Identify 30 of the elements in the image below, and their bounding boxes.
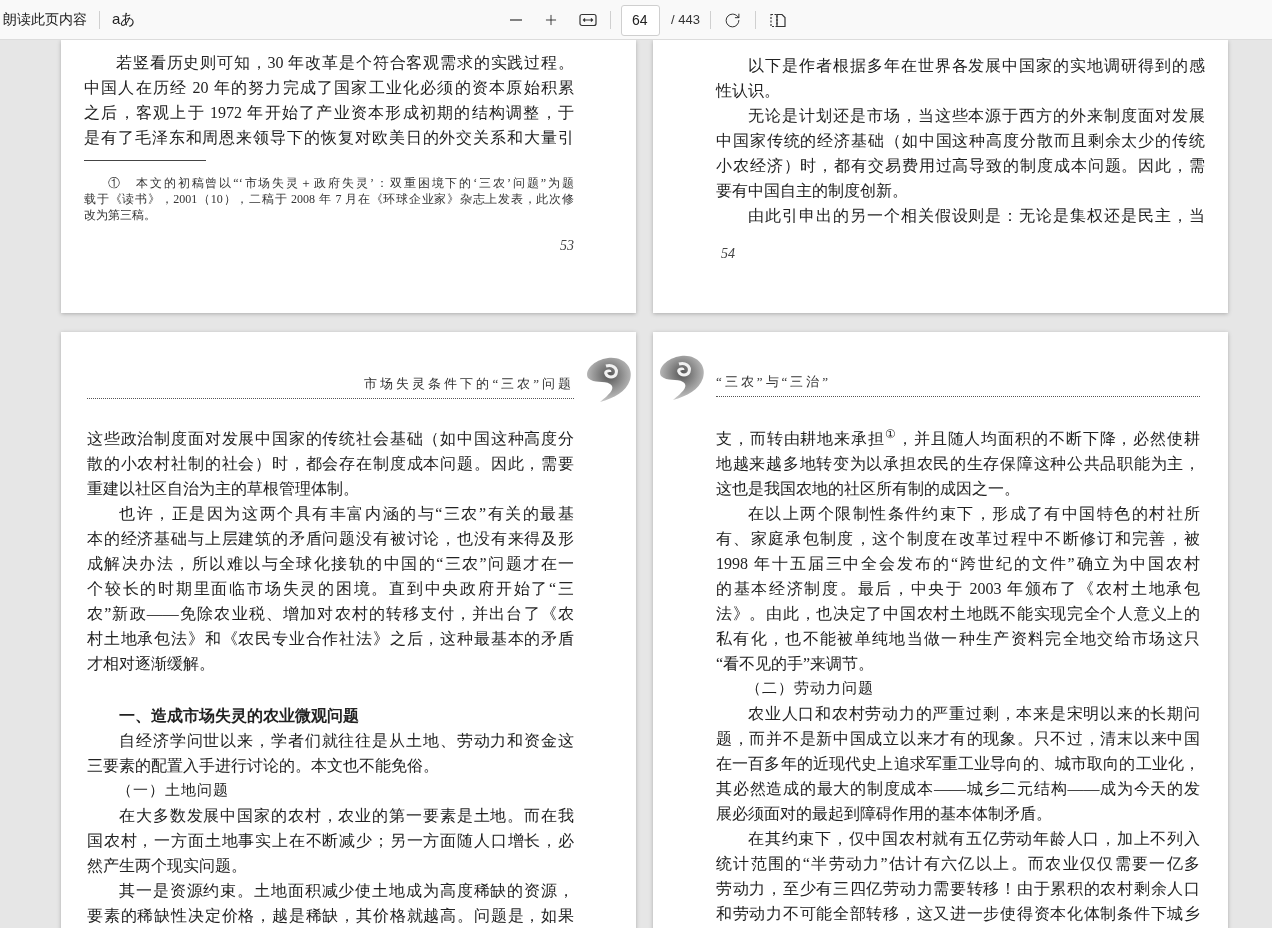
section-heading: 一、造成市场失灵的农业微观问题: [118, 706, 360, 726]
page-number-field[interactable]: 64: [621, 4, 660, 36]
rotate-icon: [724, 11, 742, 29]
paragraph: 支，而转由耕地来承担$^{①}$，并且随人均面积的不断下降，必然使耕 地越来越多地转变为以承担农民的生存保障这种公共品职能为主， 这也是我国农地的社区所有制的成因之一。: [716, 426, 1200, 499]
paragraph: 在以上两个限制性条件约束下，形成了有中国特色的村社所 有、家庭承包制度，这个制度在改革过程中不断修订和完善，被 1998 年十五届三中全会发布的“跨世纪的文件”确立为中国农村 的基本经济制度。最后，中央于 2003 年颁布了《农村土地承包 法》。由此，也决定了中国农村土地既不能实现完全个人意义上的 私有化，也不能被单纯地当做一种生产资料完全地交给市场这只 “看不见的手”来调节。: [716, 504, 1200, 674]
page-number: 53: [560, 238, 574, 253]
paragraph: 以下是作者根据多年在世界各发展中国家的实地调研得到的感 性认识。: [716, 56, 1205, 101]
paragraph: 这些政治制度面对发展中国家的传统社会基础（如中国这种高度分 散的小农村社制的社会）时，都会存在制度成本问题。因此，需要 重建以社区自治为主的草根管理体制。: [87, 429, 574, 499]
running-header: “三农”与“三治”: [716, 374, 832, 389]
footnote: ① 本文的初稿曾以“‘市场失灵＋政府失灵’：双重困境下的‘三农’问题”为题 载于《读书》，2001（10），二稿于 2008 年 7 月在《环球企业家》杂志上发表，此次修 改为第三稿。: [84, 175, 574, 223]
paragraph: 在大多数发展中国家的农村，农业的第一要素是土地。而在我 国农村，一方面土地事实上在不断减少；另一方面随人口增长，必 然产生两个现实问题。: [87, 806, 574, 876]
subsection-heading: （二）劳动力问题: [745, 678, 875, 699]
page-number: 54: [721, 246, 735, 261]
paragraph: 若竖看历史则可知，30 年改革是个符合客观需求的实践过程。 中国人在历经 20 年的努力完成了国家工业化必须的资本原始积累 之后，客观上于 1972 年开始了产业资本形成初期的结构调整，于 是有了毛泽东和周恩来领导下的恢复对欧美日的外交关系和大量引: [84, 53, 574, 148]
read-aloud-button[interactable]: 朗读此页内容: [0, 3, 89, 36]
minus-icon: [510, 19, 522, 21]
paragraph: 在其约束下，仅中国农村就有五亿劳动年龄人口，加上不列入 统计范围的“半劳动力”估计有六亿以上。而农业仅仅需要一亿多 劳动力，至少有三四亿劳动力需要转移！由于累积的农村剩余人口 和劳动力不可能全部转移，这又进一步使得资本化体制条件下城乡: [716, 829, 1200, 924]
plus-icon: [543, 12, 559, 28]
paragraph: 农业人口和农村劳动力的严重过剩，本来是宋明以来的长期问 题，而并不是新中国成立以来才有的现象。只不过，清末以来中国 在一百多年的近现代史上追求军重工业导向的、城市取向的工业化， 其必然造成的最大的制度成本——城乡二元结构——成为今天的发 展必须面对的最起到障碍作用的基本体制矛盾。: [716, 704, 1200, 824]
subsection-heading: （一）土地问题: [116, 780, 230, 801]
page-total: / 443: [671, 11, 700, 30]
paragraph: 自经济学问世以来，学者们就往往是从土地、劳动力和资金这 三要素的配置入手进行讨论的。本文也不能免俗。: [87, 731, 574, 776]
paragraph: 其一是资源约束。土地面积减少使土地成为高度稀缺的资源， 要素的稀缺性决定价格，越是稀缺，其价格就越高。问题是，如果: [87, 881, 574, 926]
running-header: 市场失灵条件下的“三农”问题: [364, 376, 574, 391]
text-options-button[interactable]: aあ: [110, 3, 138, 36]
paragraph: 无论是计划还是市场，当这些本源于西方的外来制度面对发展 中国家传统的经济基础（如中国这种高度分散而且剩余太少的传统 小农经济）时，都有交易费用过高导致的制度成本问题。因此，需 要有中国自主的制度创新。: [716, 106, 1205, 201]
two-page-icon: [769, 12, 786, 28]
fit-width-icon: [579, 13, 597, 27]
paragraph: 由此引申出的另一个相关假设则是：无论是集权还是民主，当: [747, 206, 1205, 226]
paragraph: 也许，正是因为这两个具有丰富内涵的与“三农”有关的最基 本的经济基础与上层建筑的矛盾问题没有被讨论，也没有来得及形 成解决办法，所以难以与全球化接轨的中国的“三农”问题才在一 个较长的时期里面临市场失灵的困境。直到中央政府开始了“三 农”新政——免除农业税、增加对农村的转移支付，并出台了《农 村土地承包法》和《农民专业合作社法》之后，这种最基本的矛盾 才相对逐渐缓解。: [87, 504, 574, 674]
